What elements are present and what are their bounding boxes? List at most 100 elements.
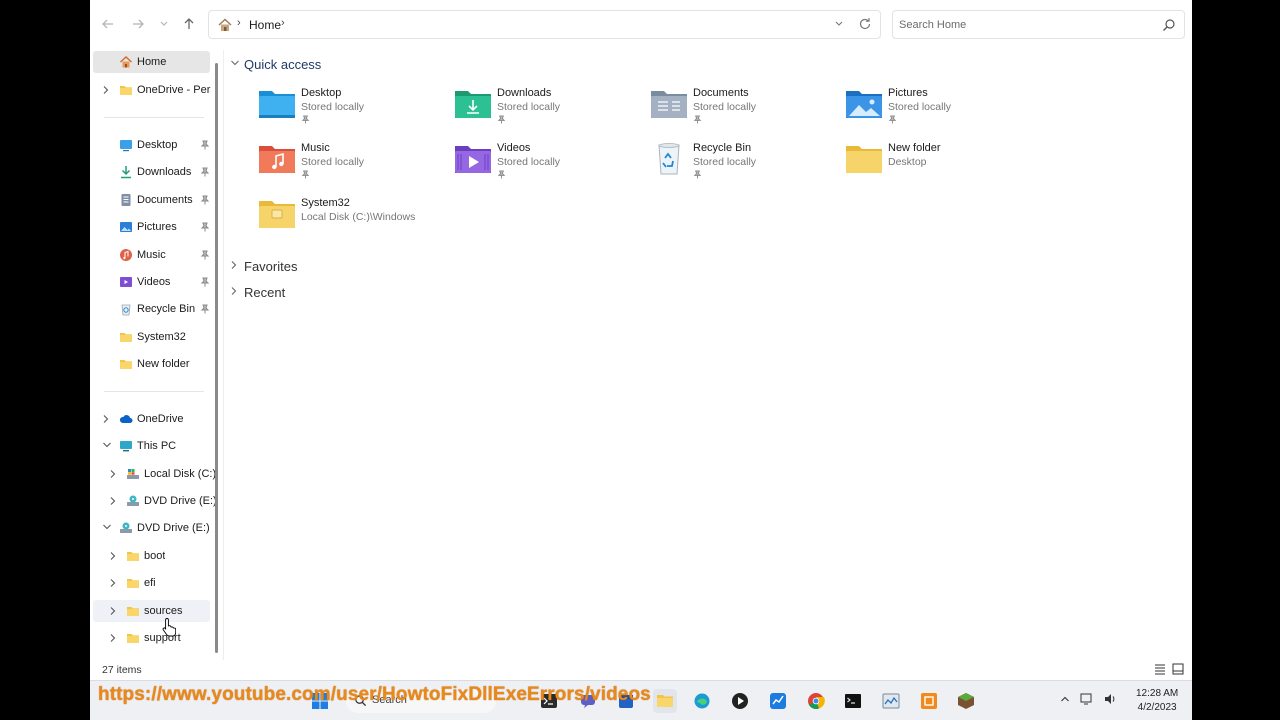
nav-item-boot[interactable]: boot — [93, 545, 210, 567]
address-dropdown-button[interactable] — [834, 17, 844, 34]
quick-access-item-desktop[interactable]: Desktop Stored locally — [258, 87, 448, 137]
network-icon[interactable] — [1080, 693, 1094, 705]
search-icon — [1163, 19, 1175, 31]
nav-item-home[interactable]: Home — [93, 51, 210, 73]
chevron-right-icon[interactable] — [102, 85, 112, 95]
taskbar-minecraft[interactable] — [954, 689, 978, 713]
tiles-view-icon[interactable] — [1172, 663, 1184, 675]
nav-label: Desktop — [137, 139, 178, 151]
chevron-right-icon[interactable] — [109, 551, 119, 561]
quick-access-item-system32[interactable]: System32 Local Disk (C:)\Windows — [258, 197, 478, 247]
chevron-down-icon — [230, 59, 244, 70]
pin-icon[interactable] — [200, 250, 210, 260]
details-view-icon[interactable] — [1154, 663, 1166, 675]
quick-access-header[interactable]: Quick access — [230, 57, 321, 72]
recent-header[interactable]: Recent — [230, 285, 285, 300]
nav-item-new-folder[interactable]: New folder — [93, 353, 210, 375]
nav-item-onedrive-personal[interactable]: OneDrive - Perso — [93, 79, 211, 101]
address-bar[interactable]: › Home › — [208, 10, 881, 39]
item-name: Music — [301, 142, 330, 154]
quick-access-item-pictures[interactable]: Pictures Stored locally — [845, 87, 1035, 137]
chevron-down-icon[interactable] — [102, 523, 112, 533]
nav-item-music[interactable]: Music — [93, 244, 210, 266]
hand-cursor-icon — [162, 618, 176, 637]
chevron-right-icon[interactable] — [102, 414, 112, 424]
nav-item-system32[interactable]: System32 — [93, 326, 210, 348]
taskbar-task-manager[interactable] — [879, 689, 903, 713]
content-area: Quick access Desktop Stored locally Down… — [230, 50, 1190, 660]
recent-locations-button[interactable] — [152, 12, 176, 36]
pin-icon — [301, 115, 310, 124]
quick-access-item-documents[interactable]: Documents Stored locally — [650, 87, 840, 137]
folder-icon — [127, 607, 139, 616]
refresh-button[interactable] — [858, 16, 872, 35]
nav-item-desktop[interactable]: Desktop — [93, 134, 210, 156]
nav-item-dvd-drive[interactable]: DVD Drive (E:) — [93, 490, 217, 512]
nav-item-documents[interactable]: Documents — [93, 189, 210, 211]
videos-icon — [120, 277, 132, 287]
favorites-header[interactable]: Favorites — [230, 259, 297, 274]
back-button[interactable] — [96, 12, 120, 36]
up-button[interactable] — [177, 12, 201, 36]
desktop-icon — [120, 140, 132, 152]
item-name: Downloads — [497, 87, 552, 99]
taskbar-chrome[interactable] — [804, 689, 828, 713]
search-box[interactable] — [892, 10, 1185, 39]
taskbar-file-explorer[interactable] — [653, 689, 677, 713]
forward-button[interactable] — [126, 12, 150, 36]
pin-icon[interactable] — [200, 222, 210, 232]
nav-label: boot — [144, 550, 166, 562]
nav-item-onedrive[interactable]: OneDrive — [93, 408, 210, 430]
chevron-down-icon — [835, 21, 843, 26]
dvd-icon — [127, 495, 139, 506]
nav-item-pictures[interactable]: Pictures — [93, 216, 210, 238]
taskbar-cmd[interactable] — [841, 689, 865, 713]
quick-access-item-music[interactable]: Music Stored locally — [258, 142, 448, 192]
chevron-down-icon[interactable] — [102, 441, 112, 451]
pin-icon[interactable] — [200, 140, 210, 150]
taskbar-media-player[interactable] — [728, 689, 752, 713]
chevron-right-icon[interactable] — [109, 606, 119, 616]
nav-item-efi[interactable]: efi — [93, 572, 210, 594]
cloud-icon — [119, 415, 133, 423]
nav-item-local-disk-c[interactable]: Local Disk (C:) — [93, 463, 216, 485]
taskbar-edge[interactable] — [690, 689, 714, 713]
nav-item-dvd-drive-expanded[interactable]: DVD Drive (E:) C — [93, 517, 211, 539]
nav-item-support[interactable]: support — [93, 627, 210, 649]
taskbar-app[interactable] — [917, 689, 941, 713]
taskbar-app[interactable] — [766, 689, 790, 713]
taskbar-clock[interactable]: 12:28 AM 4/2/2023 — [1136, 687, 1178, 715]
pin-icon[interactable] — [200, 277, 210, 287]
pin-icon — [693, 170, 702, 179]
chevron-right-icon[interactable] — [109, 578, 119, 588]
nav-item-sources[interactable]: sources — [93, 600, 210, 622]
breadcrumb-home[interactable]: Home — [249, 18, 281, 32]
chevron-right-icon[interactable] — [109, 469, 119, 479]
nav-item-videos[interactable]: Videos — [93, 271, 210, 293]
pin-icon[interactable] — [200, 195, 210, 205]
chevron-right-icon[interactable] — [109, 633, 119, 643]
quick-access-item-downloads[interactable]: Downloads Stored locally — [454, 87, 644, 137]
pictures-icon — [120, 222, 132, 232]
item-location: Local Disk (C:)\Windows — [301, 211, 416, 223]
quick-access-item-new-folder[interactable]: New folder Desktop — [845, 142, 1035, 192]
pin-icon[interactable] — [200, 304, 210, 314]
music-folder-icon — [259, 146, 295, 173]
quick-access-item-videos[interactable]: Videos Stored locally — [454, 142, 644, 192]
watermark-url: https://www.youtube.com/user/HowtoFixDll… — [98, 684, 651, 705]
chevron-up-icon[interactable] — [1060, 693, 1070, 705]
nav-item-downloads[interactable]: Downloads — [93, 161, 210, 183]
breadcrumb-separator[interactable]: › — [281, 17, 285, 29]
nav-scrollbar[interactable] — [215, 63, 218, 653]
play-icon — [732, 693, 748, 709]
nav-item-this-pc[interactable]: This PC — [93, 435, 210, 457]
volume-icon[interactable] — [1104, 693, 1118, 705]
chevron-right-icon[interactable] — [109, 496, 119, 506]
nav-item-recycle-bin[interactable]: Recycle Bin — [93, 298, 210, 320]
pane-divider — [223, 50, 224, 660]
nav-label: Home — [137, 56, 167, 68]
nav-label: OneDrive — [137, 413, 184, 425]
quick-access-item-recycle-bin[interactable]: Recycle Bin Stored locally — [650, 142, 840, 192]
pin-icon[interactable] — [200, 167, 210, 177]
search-input[interactable] — [899, 16, 1149, 34]
